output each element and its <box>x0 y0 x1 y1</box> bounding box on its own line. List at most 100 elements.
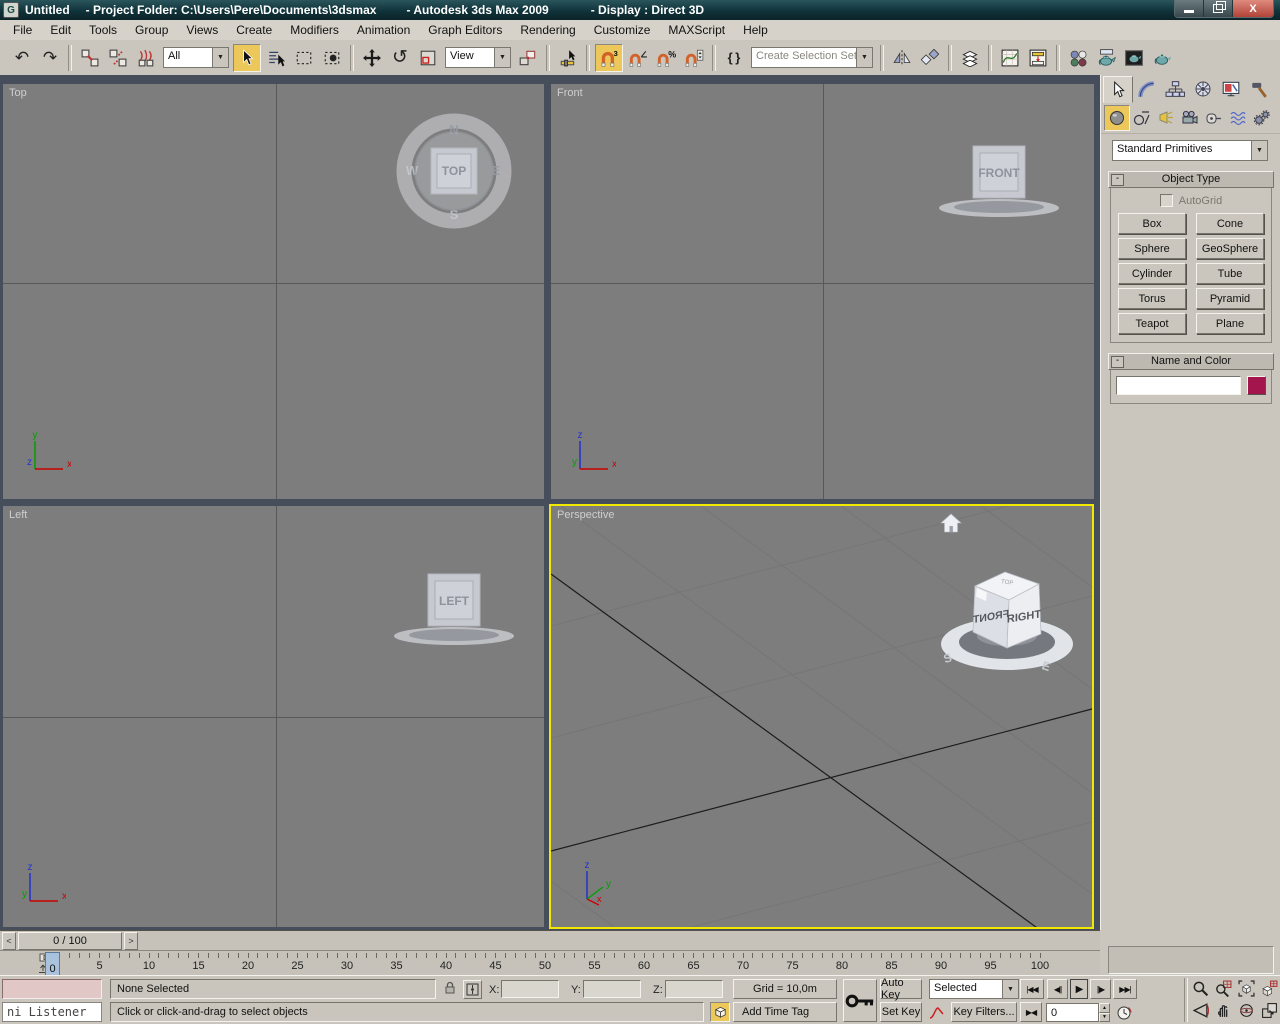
autogrid-checkbox[interactable] <box>1159 194 1173 207</box>
previous-frame-button[interactable]: ◀|| <box>1047 979 1068 999</box>
viewport-left-label[interactable]: Left <box>9 509 27 521</box>
menu-file[interactable]: File <box>4 21 41 39</box>
absolute-offset-mode-icon[interactable] <box>463 980 482 999</box>
object-button-cylinder[interactable]: Cylinder <box>1118 263 1186 284</box>
chevron-down-icon[interactable]: ▼ <box>212 48 228 67</box>
shapes-icon[interactable] <box>1130 106 1154 130</box>
selection-filter-dropdown[interactable]: All ▼ <box>163 47 229 68</box>
object-button-teapot[interactable]: Teapot <box>1118 313 1186 334</box>
unlink-selection-icon[interactable] <box>105 45 131 71</box>
selection-lock-icon[interactable] <box>442 980 458 998</box>
time-slider-prev-button[interactable]: < <box>2 932 16 950</box>
chevron-down-icon[interactable]: ▼ <box>856 48 872 67</box>
zoom-icon[interactable] <box>1189 978 1211 999</box>
go-to-start-button[interactable]: |◀◀ <box>1020 979 1044 999</box>
viewcube-top[interactable]: N E S W TOP <box>395 112 513 230</box>
viewcube-perspective[interactable]: S E FRONT RIGHT TOP <box>923 548 1078 688</box>
helpers-icon[interactable] <box>1202 106 1226 130</box>
object-button-geosphere[interactable]: GeoSphere <box>1196 238 1264 259</box>
menu-customize[interactable]: Customize <box>585 21 660 39</box>
viewport-top-label[interactable]: Top <box>9 87 27 99</box>
set-key-button[interactable]: Set Key <box>880 1002 922 1022</box>
spinner-arrows[interactable]: ▲ ▼ <box>1099 1003 1110 1022</box>
x-coordinate-field[interactable] <box>501 980 559 998</box>
add-time-tag[interactable]: Add Time Tag <box>733 1002 837 1022</box>
set-keys-key-icon[interactable] <box>843 979 877 1022</box>
collapse-icon[interactable]: - <box>1111 174 1124 186</box>
material-editor-icon[interactable] <box>1065 45 1091 71</box>
menu-tools[interactable]: Tools <box>80 21 126 39</box>
title-bar[interactable]: G Untitled - Project Folder: C:\Users\Pe… <box>0 0 1280 20</box>
create-tab[interactable] <box>1103 76 1133 103</box>
render-setup-icon[interactable] <box>1093 45 1119 71</box>
display-tab[interactable] <box>1217 76 1245 101</box>
go-to-end-button[interactable]: ▶▶| <box>1113 979 1137 999</box>
object-button-cone[interactable]: Cone <box>1196 213 1264 234</box>
schematic-view-icon[interactable] <box>1025 45 1051 71</box>
z-coordinate-field[interactable] <box>665 980 723 998</box>
viewcube-front[interactable]: FRONT <box>933 138 1065 220</box>
current-frame-spinner[interactable]: 0 ▲ ▼ <box>1046 1003 1110 1022</box>
menu-maxscript[interactable]: MAXScript <box>659 21 734 39</box>
cameras-icon[interactable] <box>1178 106 1202 130</box>
select-by-name-icon[interactable] <box>263 45 289 71</box>
layer-manager-icon[interactable] <box>957 45 983 71</box>
object-button-torus[interactable]: Torus <box>1118 288 1186 309</box>
viewport-perspective-label[interactable]: Perspective <box>557 509 614 521</box>
time-slider-handle[interactable]: 0 / 100 <box>18 932 122 950</box>
menu-edit[interactable]: Edit <box>41 21 80 39</box>
chevron-down-icon[interactable]: ▼ <box>494 48 510 67</box>
object-button-tube[interactable]: Tube <box>1196 263 1264 284</box>
motion-tab[interactable] <box>1189 76 1217 101</box>
restore-button[interactable] <box>1203 0 1232 17</box>
collapse-icon[interactable]: - <box>1111 356 1124 368</box>
viewport-front[interactable]: Front FRONT z x y <box>551 84 1094 499</box>
object-button-box[interactable]: Box <box>1118 213 1186 234</box>
redo-icon[interactable]: ↷ <box>37 45 63 71</box>
zoom-all-icon[interactable] <box>1212 978 1234 999</box>
select-and-move-icon[interactable] <box>359 45 385 71</box>
modify-tab[interactable] <box>1133 76 1161 101</box>
chevron-down-icon[interactable]: ▼ <box>1002 980 1018 998</box>
geometry-icon[interactable] <box>1104 105 1130 131</box>
percent-snap-icon[interactable]: % <box>653 45 679 71</box>
bind-to-space-warp-icon[interactable] <box>133 45 159 71</box>
menu-help[interactable]: Help <box>734 21 777 39</box>
category-dropdown[interactable]: Standard Primitives ▼ <box>1112 140 1268 161</box>
edit-named-selection-sets-icon[interactable]: { } <box>721 45 747 71</box>
undo-icon[interactable]: ↶ <box>9 45 35 71</box>
time-configuration-icon[interactable] <box>1114 1003 1134 1022</box>
curve-editor-icon[interactable] <box>997 45 1023 71</box>
object-name-input[interactable] <box>1116 376 1241 395</box>
spinner-snap-icon[interactable] <box>681 45 707 71</box>
default-tangent-icon[interactable] <box>926 1003 948 1022</box>
next-frame-button[interactable]: ||▶ <box>1090 979 1111 999</box>
menu-create[interactable]: Create <box>227 21 281 39</box>
menu-group[interactable]: Group <box>126 21 177 39</box>
select-and-uniform-scale-icon[interactable] <box>415 45 441 71</box>
menu-views[interactable]: Views <box>177 21 227 39</box>
select-and-manipulate-icon[interactable] <box>555 45 581 71</box>
minimize-button[interactable] <box>1175 0 1203 17</box>
adaptive-degradation-cube-icon[interactable] <box>710 1002 730 1022</box>
angle-snap-icon[interactable] <box>625 45 651 71</box>
key-filters-button[interactable]: Key Filters... <box>951 1002 1017 1022</box>
rectangular-selection-region-icon[interactable] <box>291 45 317 71</box>
align-icon[interactable] <box>917 45 943 71</box>
home-icon[interactable] <box>940 513 962 533</box>
space-warps-icon[interactable] <box>1226 106 1250 130</box>
macro-recorder-field[interactable] <box>2 979 102 999</box>
window-crossing-toggle-icon[interactable] <box>319 45 345 71</box>
current-frame-marker[interactable]: 0 <box>45 952 60 976</box>
menu-rendering[interactable]: Rendering <box>511 21 584 39</box>
object-color-swatch[interactable] <box>1247 376 1266 395</box>
systems-icon[interactable] <box>1250 106 1274 130</box>
lights-icon[interactable] <box>1154 106 1178 130</box>
utilities-tab[interactable] <box>1245 76 1273 101</box>
reference-coordinate-dropdown[interactable]: View ▼ <box>445 47 511 68</box>
menu-animation[interactable]: Animation <box>348 21 419 39</box>
mirror-icon[interactable] <box>889 45 915 71</box>
menu-modifiers[interactable]: Modifiers <box>281 21 348 39</box>
hierarchy-tab[interactable] <box>1161 76 1189 101</box>
arc-rotate-icon[interactable] <box>1235 1000 1257 1021</box>
